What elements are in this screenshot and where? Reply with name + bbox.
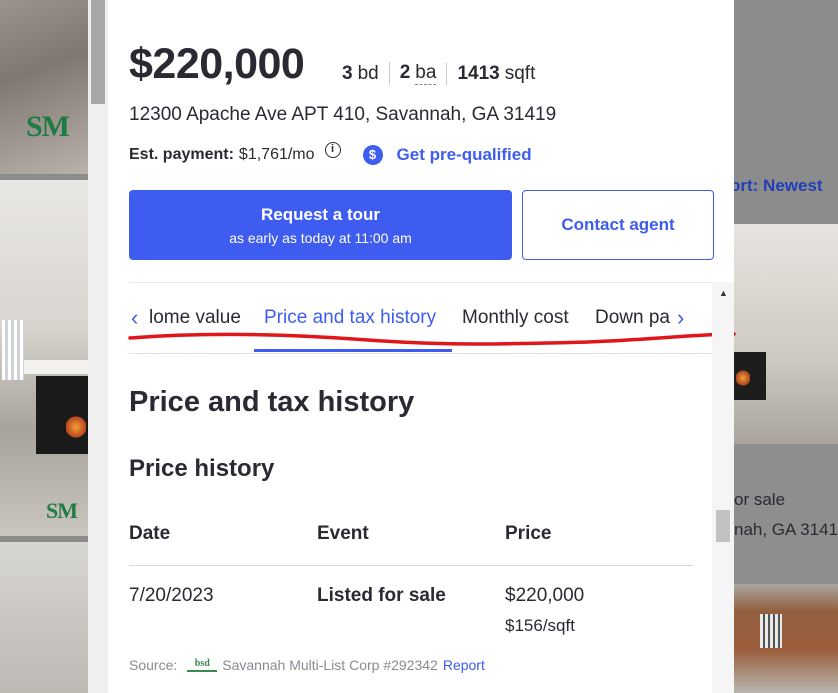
- result-card-address: nah, GA 31419: [734, 520, 838, 539]
- result-card-status: or sale: [734, 490, 786, 509]
- beds-label: bd: [357, 62, 379, 84]
- tab-home-value[interactable]: lome value: [149, 307, 241, 329]
- est-payment-label: Est. payment:: [129, 146, 234, 163]
- listing-photo[interactable]: [0, 542, 88, 693]
- beds-fact: 3 bd: [342, 63, 389, 85]
- contact-agent-button[interactable]: Contact agent: [522, 190, 714, 260]
- row-price-per-sqft: $156/sqft: [505, 616, 575, 635]
- result-card[interactable]: or sale nah, GA 31419: [734, 444, 838, 584]
- results-header-area: ort: Newest: [730, 0, 838, 225]
- column-header-date: Date: [129, 523, 171, 544]
- sort-dropdown[interactable]: ort: Newest: [730, 176, 823, 196]
- scroll-up-arrow-icon[interactable]: ▲: [719, 288, 728, 298]
- request-tour-subtitle: as early as today at 11:00 am: [229, 230, 412, 246]
- listing-photo[interactable]: SM: [0, 0, 88, 174]
- table-divider: [129, 565, 693, 566]
- brokerage-logo-watermark: SM: [26, 110, 70, 143]
- chevron-left-icon[interactable]: ‹: [131, 305, 138, 331]
- brokerage-logo-watermark: SM: [46, 498, 78, 523]
- tab-price-and-tax-history[interactable]: Price and tax history: [264, 307, 436, 329]
- background-photo-strip-left: SM SM: [0, 0, 88, 693]
- section-title: Price and tax history: [129, 386, 415, 418]
- get-prequalified-link[interactable]: $ Get pre-qualified: [362, 145, 532, 165]
- page-scrollbar[interactable]: [88, 0, 108, 693]
- request-tour-label: Request a tour: [260, 205, 381, 224]
- tab-down-payment[interactable]: Down pa: [595, 307, 675, 329]
- row-date: 7/20/2023: [129, 585, 214, 606]
- info-icon[interactable]: i: [324, 142, 341, 158]
- estimated-payment: Est. payment: $1,761/mo i $ Get pre-qual…: [129, 142, 532, 165]
- scrollbar-thumb[interactable]: [91, 0, 105, 104]
- source-name: Savannah Multi-List Corp #292342: [222, 657, 438, 673]
- listing-detail-panel: $220,000 3 bd 2 ba 1413 sqft 12300 Apach…: [88, 0, 736, 693]
- report-link[interactable]: Report: [443, 657, 485, 673]
- column-header-event: Event: [317, 523, 369, 544]
- row-event: Listed for sale: [317, 585, 446, 606]
- mls-logo-icon: bsd: [187, 658, 218, 672]
- mantel-detail: [24, 360, 88, 374]
- baths-count: 2: [399, 62, 411, 83]
- dollar-circle-icon: $: [362, 145, 383, 165]
- detail-scrollbar[interactable]: ▲: [712, 282, 734, 693]
- request-tour-button[interactable]: Request a tour as early as today at 11:0…: [129, 190, 512, 260]
- fireplace-detail: [734, 352, 766, 400]
- listing-facts: 3 bd 2 ba 1413 sqft: [342, 62, 545, 85]
- listing-address: 12300 Apache Ave APT 410, Savannah, GA 3…: [129, 104, 557, 125]
- tab-monthly-cost[interactable]: Monthly cost: [462, 307, 569, 329]
- section-tabs: ‹ lome value Price and tax history Month…: [129, 282, 712, 354]
- window-detail: [2, 320, 24, 380]
- baths-fact[interactable]: 2 ba: [388, 62, 447, 85]
- fireplace-detail: [36, 376, 88, 454]
- result-card-photo[interactable]: [734, 584, 838, 693]
- prequalified-label: Get pre-qualified: [396, 145, 532, 164]
- listing-price: $220,000: [129, 40, 305, 88]
- result-card-photo[interactable]: [734, 224, 838, 444]
- sqft-fact: 1413 sqft: [446, 62, 545, 85]
- scrollbar-thumb[interactable]: [716, 510, 730, 542]
- baths-label: ba: [415, 62, 437, 85]
- listing-photo[interactable]: SM: [0, 180, 88, 536]
- background-results-strip-right: ort: Newest or sale nah, GA 31419: [730, 0, 838, 693]
- active-tab-indicator: [254, 349, 452, 352]
- est-payment-value: $1,761/mo: [238, 146, 315, 163]
- source-label: Source:: [129, 657, 178, 673]
- column-header-price: Price: [505, 523, 552, 544]
- sqft-count: 1413: [457, 62, 500, 84]
- chevron-right-icon[interactable]: ›: [677, 305, 684, 331]
- section-subtitle: Price history: [129, 455, 275, 482]
- beds-count: 3: [342, 62, 353, 84]
- row-price: $220,000: [505, 585, 585, 606]
- source-attribution: Source: bsd Savannah Multi-List Corp #29…: [129, 657, 485, 673]
- sqft-label: sqft: [504, 62, 536, 84]
